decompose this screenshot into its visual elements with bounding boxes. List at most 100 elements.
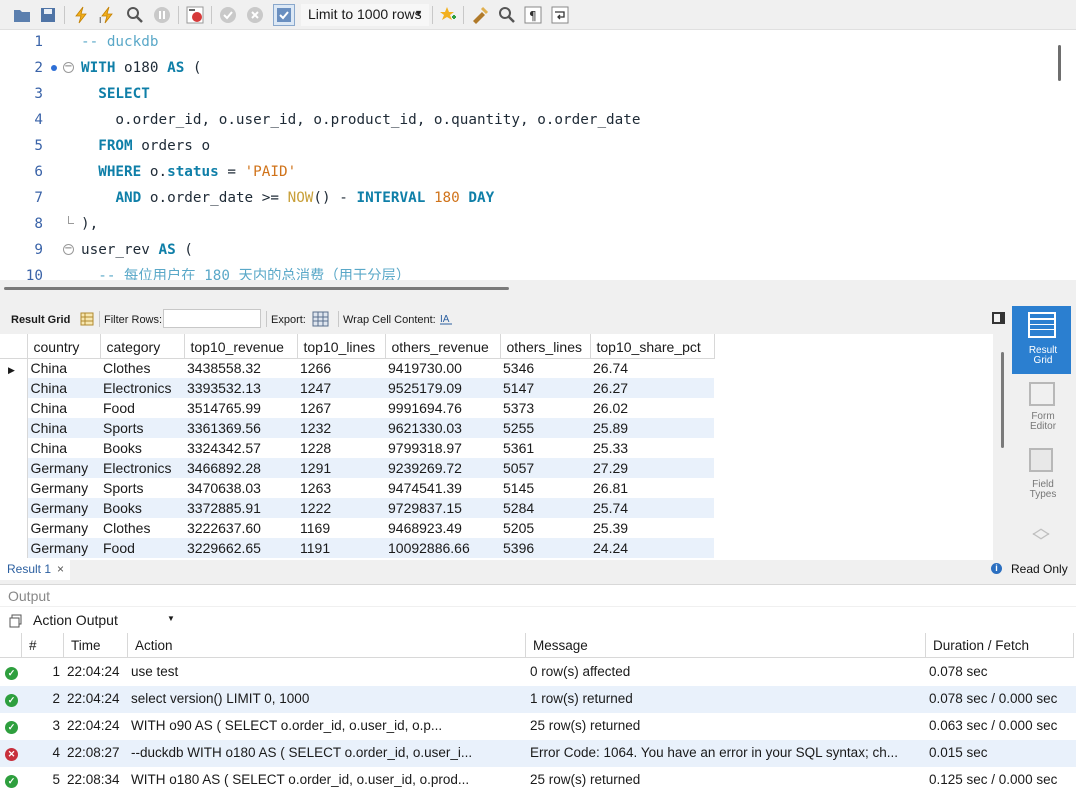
table-cell[interactable]: 25.39 (590, 518, 714, 538)
row-header[interactable] (0, 378, 28, 398)
stop-icon[interactable] (152, 5, 172, 25)
table-cell[interactable]: 25.89 (590, 418, 714, 438)
output-grid[interactable]: # Time Action Message Duration / Fetch ✓… (0, 633, 1076, 795)
table-cell[interactable]: China (27, 398, 100, 418)
table-cell[interactable]: 9991694.76 (385, 398, 500, 418)
table-row[interactable]: China Food 3514765.99 1267 9991694.76 5373 26.… (0, 398, 714, 418)
grid-vertical-scrollbar[interactable] (993, 334, 1012, 560)
table-cell[interactable]: 3438558.32 (184, 358, 297, 378)
table-cell[interactable]: 5346 (500, 358, 590, 378)
table-cell[interactable]: 9474541.39 (385, 478, 500, 498)
table-cell[interactable]: 3222637.60 (184, 518, 297, 538)
editor-horizontal-scrollbar[interactable] (0, 280, 1076, 304)
column-header[interactable]: top10_revenue (184, 334, 298, 359)
table-cell[interactable]: 1169 (297, 518, 385, 538)
table-cell[interactable]: Sports (100, 418, 184, 438)
table-cell[interactable]: 25.74 (590, 498, 714, 518)
table-cell[interactable]: 27.29 (590, 458, 714, 478)
column-header[interactable]: Time (64, 633, 128, 658)
save-icon[interactable] (38, 5, 58, 25)
table-cell[interactable]: 3372885.91 (184, 498, 297, 518)
export-icon[interactable] (312, 310, 330, 331)
table-cell[interactable]: 26.74 (590, 358, 714, 378)
table-cell[interactable]: 3229662.65 (184, 538, 297, 558)
grid-view-icon[interactable] (80, 312, 94, 329)
limit-rows-select[interactable]: Limit to 1000 rows ▼ (301, 4, 429, 26)
table-row[interactable]: Germany Electronics 3466892.28 1291 9239269.… (0, 458, 714, 478)
output-row[interactable]: ✕ 4 22:08:27 --duckdb WITH o180 AS ( SELECT… (0, 740, 1076, 767)
row-header[interactable] (0, 398, 28, 418)
table-cell[interactable]: 25.33 (590, 438, 714, 458)
table-cell[interactable]: 3514765.99 (184, 398, 297, 418)
table-row[interactable]: Germany Books 3372885.91 1222 9729837.15 5284… (0, 498, 714, 518)
row-header[interactable] (0, 518, 28, 538)
result-grid[interactable]: country category top10_revenue top10_lin… (0, 334, 993, 560)
table-cell[interactable]: China (27, 378, 100, 398)
explain-icon[interactable] (125, 5, 145, 25)
column-header[interactable]: country (27, 334, 101, 359)
sql-editor[interactable]: 1 -- duckdb 2 − WITH o180 AS ( 3 SELECT … (0, 30, 1051, 280)
table-row[interactable]: Germany Food 3229662.65 1191 10092886.66 5396… (0, 538, 714, 558)
column-header[interactable]: category (100, 334, 185, 359)
column-header[interactable]: top10_lines (297, 334, 386, 359)
table-cell[interactable]: 1191 (297, 538, 385, 558)
invisible-chars-icon[interactable]: ¶ (523, 5, 543, 25)
table-cell[interactable]: 5396 (500, 538, 590, 558)
table-cell[interactable]: China (27, 358, 100, 378)
table-cell[interactable]: 1228 (297, 438, 385, 458)
action-output-select[interactable]: Action Output ▼ (28, 609, 178, 631)
table-cell[interactable]: Books (100, 438, 184, 458)
table-cell[interactable]: 5255 (500, 418, 590, 438)
table-cell[interactable]: 24.24 (590, 538, 714, 558)
execute-icon[interactable] (71, 5, 91, 25)
table-cell[interactable]: 1263 (297, 478, 385, 498)
column-header[interactable]: others_revenue (385, 334, 501, 359)
table-cell[interactable]: 5145 (500, 478, 590, 498)
table-cell[interactable]: Books (100, 498, 184, 518)
execute-current-icon[interactable]: I (97, 5, 117, 25)
table-cell[interactable]: 5057 (500, 458, 590, 478)
table-cell[interactable]: Food (100, 538, 184, 558)
table-cell[interactable]: Electronics (100, 458, 184, 478)
table-cell[interactable]: Germany (27, 538, 100, 558)
form-editor-panel-button[interactable]: Form Editor (1012, 380, 1071, 436)
rollback-icon[interactable] (245, 5, 265, 25)
table-row[interactable]: Germany Clothes 3222637.60 1169 9468923.49 52… (0, 518, 714, 538)
table-cell[interactable]: 3361369.56 (184, 418, 297, 438)
table-row[interactable]: ▶ China Clothes 3438558.32 1266 9419730.00 534… (0, 358, 714, 378)
row-header[interactable] (0, 538, 28, 558)
row-header[interactable] (0, 478, 28, 498)
table-cell[interactable]: 1247 (297, 378, 385, 398)
table-cell[interactable]: 9621330.03 (385, 418, 500, 438)
table-row[interactable]: China Sports 3361369.56 1232 9621330.03 5255 2… (0, 418, 714, 438)
table-row[interactable]: China Electronics 3393532.13 1247 9525179.09… (0, 378, 714, 398)
toggle-error-icon[interactable] (185, 5, 205, 25)
table-row[interactable]: China Books 3324342.57 1228 9799318.97 5361 25… (0, 438, 714, 458)
table-cell[interactable]: 5284 (500, 498, 590, 518)
table-cell[interactable]: Germany (27, 498, 100, 518)
table-cell[interactable]: 1291 (297, 458, 385, 478)
table-cell[interactable]: 9525179.09 (385, 378, 500, 398)
column-header[interactable]: # (22, 633, 64, 658)
copy-icon[interactable] (9, 614, 23, 631)
table-cell[interactable]: 5205 (500, 518, 590, 538)
table-cell[interactable]: China (27, 438, 100, 458)
table-cell[interactable]: Food (100, 398, 184, 418)
open-folder-icon[interactable] (12, 5, 32, 25)
editor-vertical-scrollbar[interactable] (1051, 30, 1076, 280)
fold-toggle-icon[interactable]: − (63, 62, 74, 73)
wrap-cell-icon[interactable]: IA (439, 311, 453, 328)
column-header[interactable]: top10_share_pct (590, 334, 715, 359)
table-cell[interactable]: 1222 (297, 498, 385, 518)
table-cell[interactable]: 5361 (500, 438, 590, 458)
table-cell[interactable]: 26.81 (590, 478, 714, 498)
output-row[interactable]: ✓ 1 22:04:24 use test 0 row(s) affected 0.078… (0, 659, 1076, 686)
table-cell[interactable]: Clothes (100, 518, 184, 538)
output-row[interactable]: ✓ 3 22:04:24 WITH o90 AS ( SELECT o.order_i… (0, 713, 1076, 740)
table-cell[interactable]: Germany (27, 458, 100, 478)
table-cell[interactable]: Electronics (100, 378, 184, 398)
table-cell[interactable]: 9729837.15 (385, 498, 500, 518)
table-cell[interactable]: 1232 (297, 418, 385, 438)
beautify-icon[interactable] (470, 5, 490, 25)
table-cell[interactable]: 9468923.49 (385, 518, 500, 538)
